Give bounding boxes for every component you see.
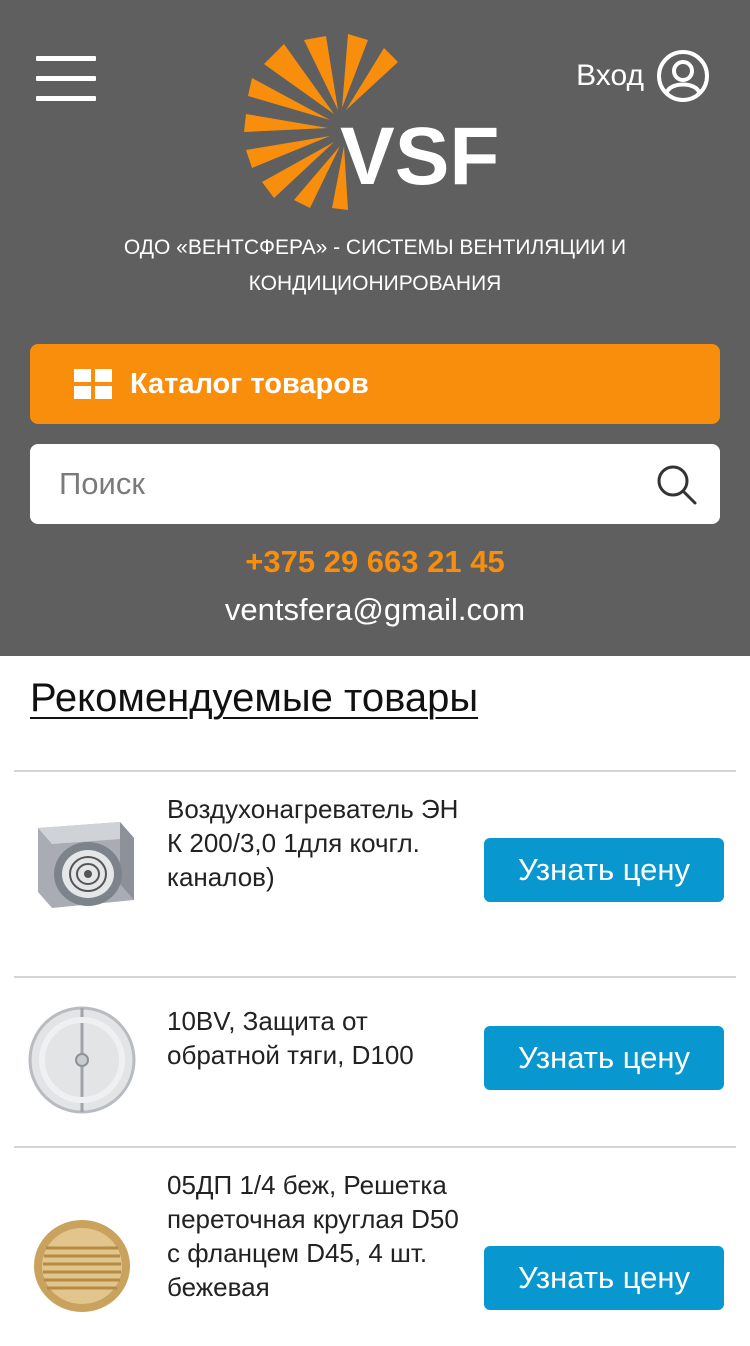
section-title[interactable]: Рекомендуемые товары (30, 676, 478, 721)
product-image-heater[interactable] (24, 808, 146, 930)
grid-icon (74, 369, 112, 399)
site-header: VSF Вход ОДО «ВЕНТСФЕРА» - СИСТЕМЫ ВЕНТИ… (0, 0, 750, 656)
catalog-label: Каталог товаров (130, 367, 369, 400)
search-input[interactable] (30, 444, 630, 524)
product-card: 05ДП 1/4 беж, Решетка переточная круглая… (14, 1146, 736, 1346)
email-link[interactable]: ventsfera@gmail.com (0, 592, 750, 628)
menu-icon[interactable] (36, 56, 96, 102)
product-image-grille[interactable] (24, 1206, 146, 1328)
login-link[interactable]: Вход (576, 49, 710, 103)
product-image-backdraft-damper[interactable] (24, 1000, 146, 1122)
login-label: Вход (576, 59, 644, 92)
catalog-button[interactable]: Каталог товаров (30, 344, 720, 424)
logo-text: VSF (340, 111, 499, 202)
vsf-logo[interactable]: VSF (244, 34, 508, 210)
ask-price-button[interactable]: Узнать цену (484, 1026, 724, 1090)
search-bar (30, 444, 720, 524)
ask-price-button[interactable]: Узнать цену (484, 1246, 724, 1310)
ask-price-button[interactable]: Узнать цену (484, 838, 724, 902)
user-icon (657, 50, 709, 102)
product-list: Воздухонагреватель ЭН К 200/3,0 1для коч… (14, 770, 736, 1346)
product-name[interactable]: 10BV, Защита от обратной тяги, D100 (167, 1004, 467, 1072)
product-name[interactable]: Воздухонагреватель ЭН К 200/3,0 1для коч… (167, 792, 467, 894)
search-icon[interactable] (656, 464, 698, 506)
product-card: 10BV, Защита от обратной тяги, D100 Узна… (14, 976, 736, 1146)
product-name[interactable]: 05ДП 1/4 беж, Решетка переточная круглая… (167, 1168, 467, 1304)
phone-link[interactable]: +375 29 663 21 45 (0, 544, 750, 580)
company-tagline: ОДО «ВЕНТСФЕРА» - СИСТЕМЫ ВЕНТИЛЯЦИИ И К… (123, 236, 627, 295)
product-card: Воздухонагреватель ЭН К 200/3,0 1для коч… (14, 770, 736, 976)
